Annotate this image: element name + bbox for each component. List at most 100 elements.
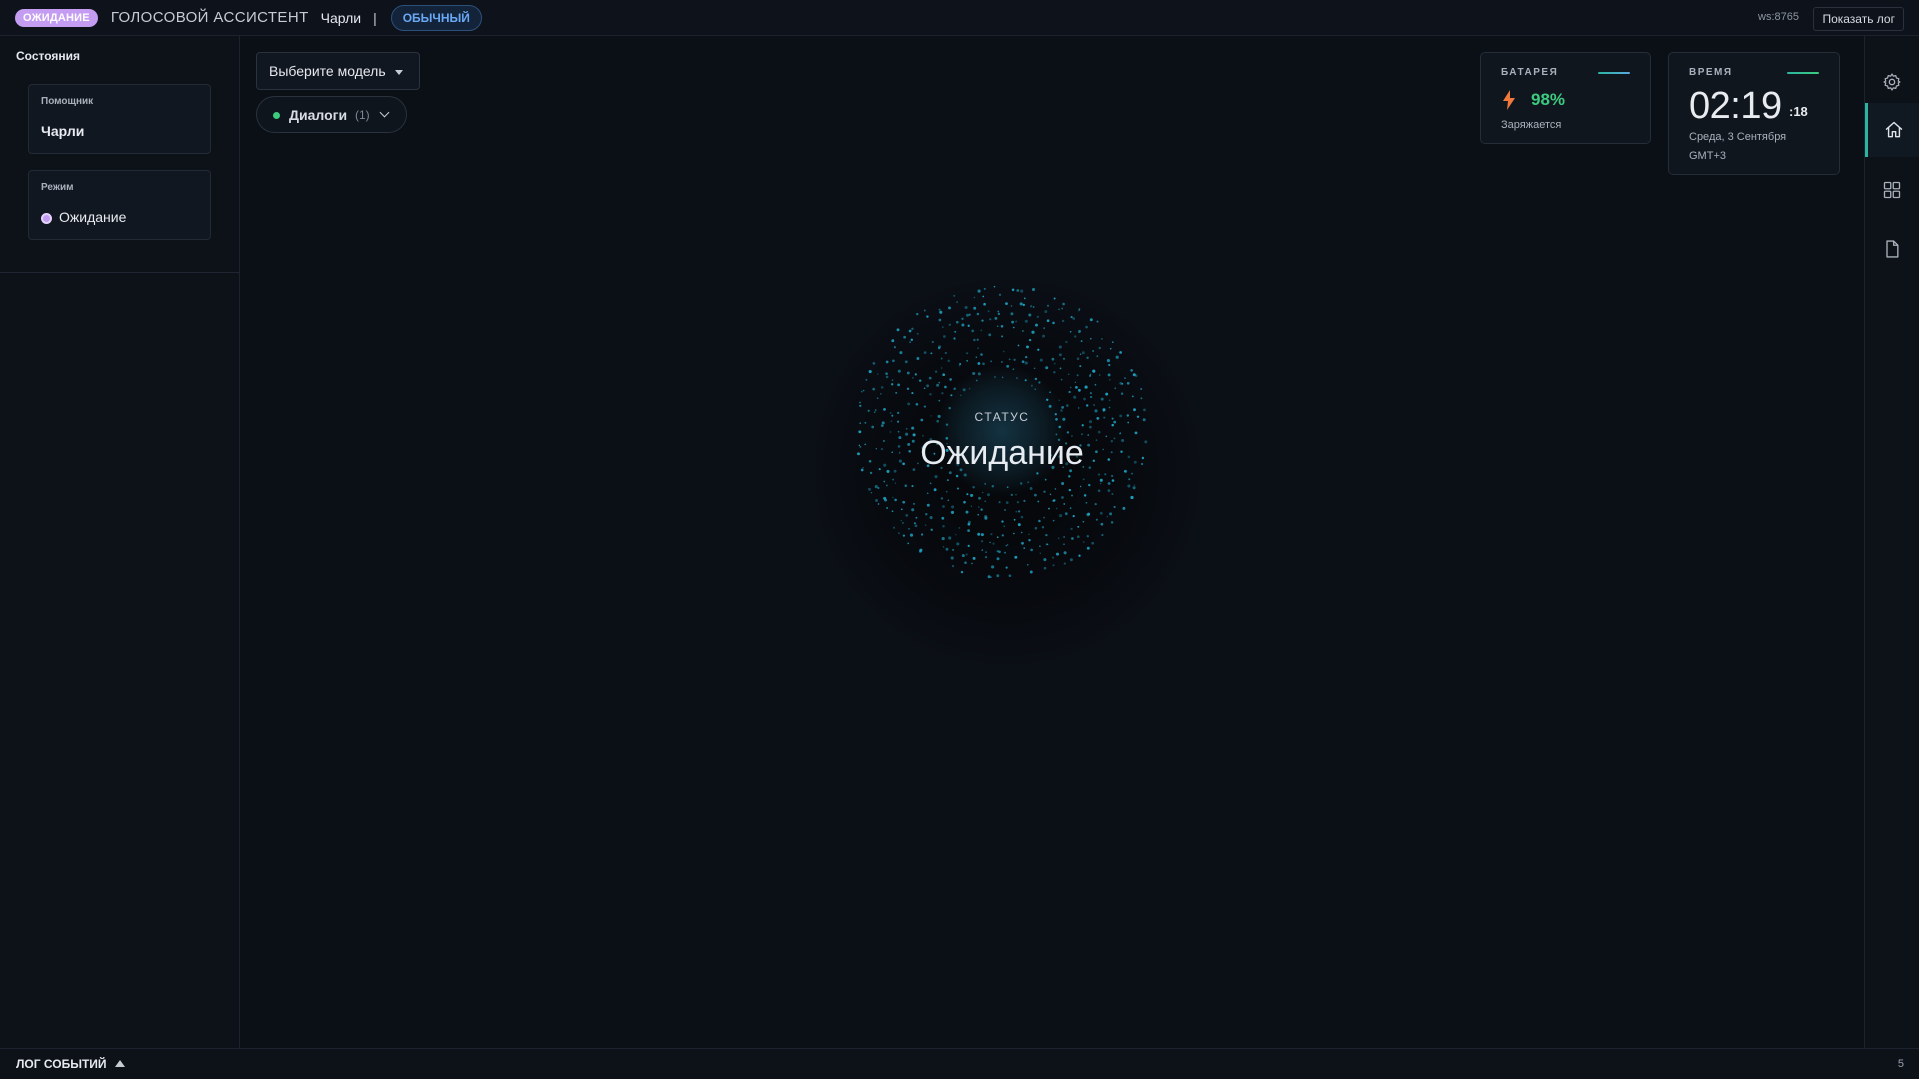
dialogs-count: (1) <box>355 108 370 122</box>
orb-dot <box>1006 544 1009 546</box>
assistant-card-value: Чарли <box>41 123 85 139</box>
orb-dot <box>919 550 922 553</box>
orb-dot <box>946 479 949 482</box>
orb-dot <box>1071 537 1074 540</box>
orb-dot <box>1128 478 1131 481</box>
orb-dot <box>891 414 894 417</box>
orb-dot <box>965 553 968 556</box>
status-caption: СТАТУС <box>974 410 1030 424</box>
orb-dot <box>945 547 949 551</box>
orb-dot <box>1017 344 1020 347</box>
orb-dot <box>1000 325 1004 328</box>
home-icon <box>1885 121 1902 138</box>
orb-dot <box>1088 483 1091 487</box>
orb-dot <box>1028 538 1031 542</box>
orb-dot <box>1030 548 1033 552</box>
orb-dot <box>980 508 983 511</box>
orb-dot <box>1045 366 1049 370</box>
orb-dot <box>994 376 996 378</box>
orb-dot <box>961 317 964 320</box>
orb-dot <box>1126 414 1130 417</box>
online-dot <box>273 112 280 119</box>
orb-dot <box>1059 353 1062 357</box>
orb-dot <box>1017 523 1021 527</box>
caret-down-icon <box>395 70 403 75</box>
orb-dot <box>990 533 993 536</box>
orb-dot <box>951 505 955 509</box>
orb-dot <box>991 565 995 569</box>
orb-dot <box>1027 481 1030 484</box>
orb-dot <box>911 508 915 512</box>
orb-dot <box>1020 482 1023 485</box>
orb-dot <box>981 549 984 551</box>
orb-dot <box>1023 499 1026 502</box>
orb-dot <box>996 536 999 539</box>
orb-dot <box>980 540 984 543</box>
orb-dot <box>902 522 904 524</box>
orb-dot <box>933 488 937 492</box>
orb-dot <box>1127 421 1130 424</box>
orb-dot <box>924 524 927 526</box>
assistant-card-label: Помощник <box>41 96 94 107</box>
orb-dot <box>876 373 879 375</box>
orb-dot <box>1074 381 1077 383</box>
orb-dot <box>1130 495 1134 500</box>
show-log-button[interactable]: Показать лог <box>1813 7 1904 31</box>
status-value: Ожидание <box>920 434 1084 472</box>
orb-dot <box>984 483 987 485</box>
orb-dot <box>998 501 1001 504</box>
orb-dot <box>967 544 970 548</box>
orb-dot <box>1085 501 1088 504</box>
orb-dot <box>1063 536 1065 538</box>
settings-button[interactable] <box>1865 55 1919 109</box>
orb-dot <box>936 383 940 387</box>
orb-dot <box>865 378 868 381</box>
orb-dot <box>976 338 979 341</box>
apps-button[interactable] <box>1865 163 1919 217</box>
event-log-toggle[interactable]: ЛОГ СОБЫТИЙ <box>16 1057 125 1071</box>
orb-dot <box>985 551 987 553</box>
orb-dot <box>1015 320 1018 323</box>
orb-dot <box>886 507 889 509</box>
orb-dot <box>978 496 981 500</box>
orb-dot <box>859 401 861 404</box>
orb-dot <box>1089 318 1093 322</box>
orb-dot <box>1109 512 1113 516</box>
orb-dot <box>940 367 943 369</box>
orb-dot <box>983 287 986 290</box>
event-log-label: ЛОГ СОБЫТИЙ <box>16 1057 107 1071</box>
orb-dot <box>876 397 879 400</box>
dialogs-dropdown[interactable]: Диалоги (1) <box>256 96 407 133</box>
model-select[interactable]: Выберите модель <box>256 52 420 90</box>
time-widget: ВРЕМЯ 02:19 :18 Среда, 3 Сентября GMT+3 <box>1668 52 1840 175</box>
orb-dot <box>1039 552 1042 555</box>
orb-dot <box>894 346 896 349</box>
home-button[interactable] <box>1865 103 1919 157</box>
orb-dot <box>1107 489 1111 492</box>
orb-dot <box>1008 358 1011 361</box>
mode-card-label: Режим <box>41 182 74 193</box>
orb-dot <box>1052 556 1054 559</box>
orb-dot <box>1089 395 1093 399</box>
orb-dot <box>891 379 894 381</box>
orb-dot <box>891 510 894 513</box>
orb-dot <box>996 557 1000 561</box>
orb-dot <box>971 329 975 333</box>
orb-dot <box>1073 395 1077 399</box>
orb-dot <box>911 327 914 330</box>
documents-button[interactable] <box>1865 222 1919 276</box>
orb-dot <box>1029 487 1033 490</box>
orb-dot <box>1097 473 1101 476</box>
orb-dot <box>940 497 944 500</box>
orb-dot <box>942 524 945 528</box>
orb-dot <box>1068 390 1071 394</box>
orb-dot <box>1099 478 1103 482</box>
chevron-down-icon <box>379 107 390 118</box>
orb-dot <box>1143 408 1146 412</box>
orb-dot <box>1089 374 1092 377</box>
orb-dot <box>934 475 938 479</box>
orb-dot <box>956 487 960 490</box>
orb-dot <box>948 536 952 540</box>
orb-dot <box>1110 521 1114 524</box>
title-separator: | <box>373 9 377 26</box>
